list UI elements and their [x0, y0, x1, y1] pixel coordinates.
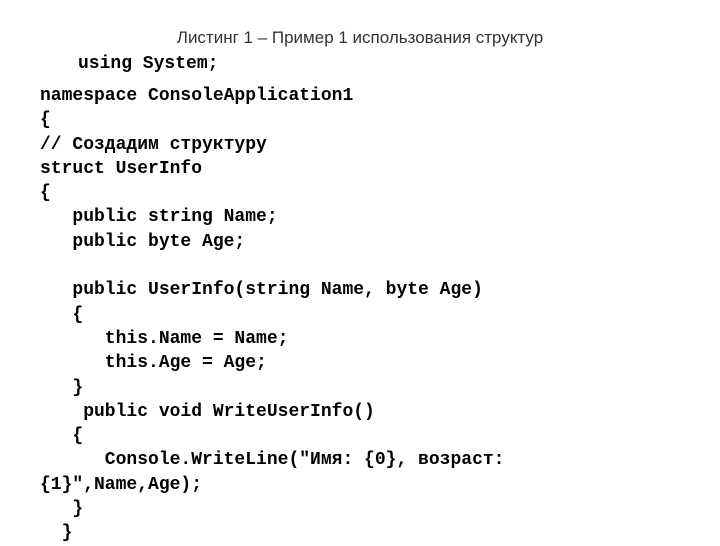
code-line: public void WriteUserInfo() [40, 402, 375, 422]
code-line: public string Name; [40, 207, 278, 227]
code-line: { [40, 305, 83, 325]
code-line: struct UserInfo [40, 159, 202, 179]
code-line: Console.WriteLine("Имя: {0}, возраст: [40, 450, 504, 470]
code-line: { [40, 110, 51, 130]
listing-caption: Листинг 1 – Пример 1 использования струк… [40, 28, 680, 48]
code-line: this.Age = Age; [40, 353, 267, 373]
code-line: this.Name = Name; [40, 329, 288, 349]
code-line: public UserInfo(string Name, byte Age) [40, 280, 483, 300]
code-using-line: using System; [40, 54, 680, 74]
code-line: { [40, 183, 51, 203]
code-block: namespace ConsoleApplication1 { // Созда… [40, 84, 680, 546]
code-line: public byte Age; [40, 232, 245, 252]
code-line: { [40, 426, 83, 446]
code-line: // Создадим структуру [40, 135, 267, 155]
code-line: } [40, 378, 83, 398]
code-line: } [40, 499, 83, 519]
code-line: {1}",Name,Age); [40, 475, 202, 495]
code-line: namespace ConsoleApplication1 [40, 86, 353, 106]
code-line: } [40, 523, 72, 543]
